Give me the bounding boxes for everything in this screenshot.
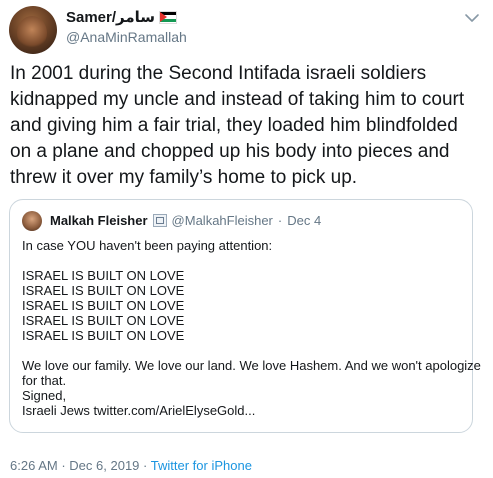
tweet-source-link[interactable]: Twitter for iPhone xyxy=(151,458,252,473)
quoted-text-line: ISRAEL IS BUILT ON LOVE xyxy=(22,268,185,283)
quoted-header: Malkah Fleisher @MalkahFleisher · Dec 4 xyxy=(50,213,321,228)
tweet-meta: 6:26 AM · Dec 6, 2019 · Twitter for iPho… xyxy=(10,458,252,473)
quoted-date: Dec 4 xyxy=(287,213,322,228)
tweet-text-line: kidnapped my uncle and instead of taking… xyxy=(10,89,465,110)
palestine-flag-icon xyxy=(159,10,178,24)
tweet: Samer/سامر @AnaMinRamallah In 2001 durin… xyxy=(0,0,493,478)
quoted-text-line: In case YOU haven't been paying attentio… xyxy=(22,238,273,253)
quoted-text-line xyxy=(22,343,466,358)
tweet-text-line: In 2001 during the Second Intifada israe… xyxy=(10,63,427,84)
quoted-text-line: ISRAEL IS BUILT ON LOVE xyxy=(22,328,185,343)
quoted-separator: · xyxy=(277,213,283,228)
chevron-down-icon[interactable] xyxy=(463,12,481,24)
author-handle[interactable]: @AnaMinRamallah xyxy=(66,29,187,45)
quoted-text-line: ISRAEL IS BUILT ON LOVE xyxy=(22,298,185,313)
quoted-text-line: ISRAEL IS BUILT ON LOVE xyxy=(22,313,185,328)
quoted-text-line[interactable]: Israeli Jews twitter.com/ArielElyseGold.… xyxy=(22,403,466,418)
quoted-handle: @MalkahFleisher xyxy=(171,213,273,228)
meta-separator: · xyxy=(143,458,148,473)
quoted-text-line: Signed, xyxy=(22,388,67,403)
quoted-text-line: for that. xyxy=(22,373,67,388)
quoted-text-line xyxy=(22,253,466,268)
tweet-date[interactable]: Dec 6, 2019 xyxy=(69,458,139,473)
quoted-text-line: We love our family. We love our land. We… xyxy=(22,358,481,373)
government-emblem-icon xyxy=(152,214,167,227)
author-avatar[interactable] xyxy=(9,6,57,54)
quoted-text: In case YOU haven't been paying attentio… xyxy=(22,238,481,418)
quoted-tweet[interactable]: Malkah Fleisher @MalkahFleisher · Dec 4 … xyxy=(9,199,481,433)
tweet-text-line: and giving him a fair trial, they loaded… xyxy=(10,115,458,136)
quoted-author-avatar xyxy=(22,211,42,231)
quoted-text-line: ISRAEL IS BUILT ON LOVE xyxy=(22,283,185,298)
meta-separator: · xyxy=(61,458,66,473)
tweet-text-line: on a plane and chopped up his body into … xyxy=(10,141,450,162)
quoted-display-name: Malkah Fleisher xyxy=(50,213,148,228)
author-name-row[interactable]: Samer/سامر xyxy=(66,8,178,26)
tweet-time[interactable]: 6:26 AM xyxy=(10,458,58,473)
tweet-text: In 2001 during the Second Intifada israe… xyxy=(10,61,488,191)
author-display-name[interactable]: Samer/سامر xyxy=(66,8,155,26)
tweet-text-line: threw it over my family’s home to pick u… xyxy=(10,167,358,188)
